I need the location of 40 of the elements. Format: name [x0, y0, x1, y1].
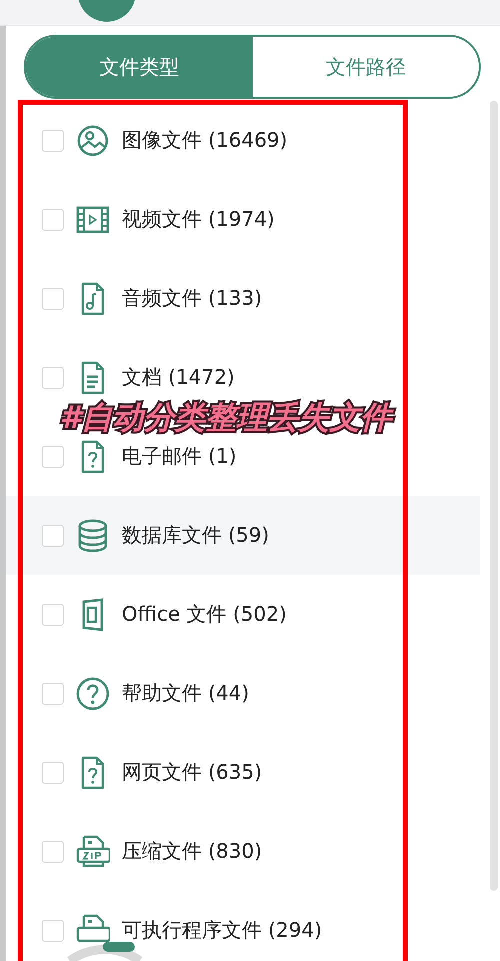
checkbox[interactable]	[42, 446, 64, 468]
file-type-row[interactable]: 网页文件 (635)	[20, 754, 480, 790]
checkbox[interactable]	[42, 920, 64, 942]
checkbox[interactable]	[42, 682, 64, 704]
file-type-label: 帮助文件 (44)	[122, 680, 250, 707]
picture-icon	[76, 124, 110, 158]
file-type-label: 音频文件 (133)	[122, 285, 262, 312]
file-type-row[interactable]: 帮助文件 (44)	[20, 676, 480, 712]
file-type-label: 可执行程序文件 (294)	[122, 917, 322, 944]
checkbox[interactable]	[42, 840, 64, 862]
file-type-row[interactable]: 数据库文件 (59)	[6, 496, 480, 575]
file-type-label: 视频文件 (1974)	[122, 206, 275, 233]
file-type-row[interactable]: 压缩文件 (830)	[20, 834, 480, 870]
file-type-label: 电子邮件 (1)	[122, 443, 237, 470]
help-icon	[76, 676, 110, 710]
file-type-row[interactable]: 视频文件 (1974)	[20, 202, 480, 238]
file-type-label: 图像文件 (16469)	[122, 127, 288, 154]
checkbox[interactable]	[42, 604, 64, 626]
scrollbar[interactable]	[490, 101, 498, 891]
file-type-label: 压缩文件 (830)	[122, 838, 262, 865]
tab[interactable]: 文件类型	[26, 37, 252, 97]
checkbox[interactable]	[42, 288, 64, 310]
file-type-label: 文档 (1472)	[122, 364, 235, 391]
checkbox[interactable]	[42, 762, 64, 784]
file-type-label: 网页文件 (635)	[122, 759, 262, 786]
checkbox[interactable]	[42, 208, 64, 230]
file-type-label: 数据库文件 (59)	[122, 522, 270, 549]
checkbox[interactable]	[42, 130, 64, 152]
zip-file-icon	[76, 834, 110, 868]
checkbox[interactable]	[42, 524, 64, 546]
file-type-row[interactable]: 音频文件 (133)	[20, 280, 480, 316]
checkbox[interactable]	[42, 366, 64, 388]
file-type-row[interactable]: 文档 (1472)	[20, 360, 480, 396]
database-icon	[76, 518, 110, 552]
file-type-label: Office 文件 (502)	[122, 601, 287, 628]
file-type-row[interactable]: 可执行程序文件 (294)	[20, 912, 480, 948]
file-type-row[interactable]: Office 文件 (502)	[20, 596, 480, 632]
file-type-row[interactable]: 图像文件 (16469)	[20, 122, 480, 158]
overlay-caption: #自动分类整理丢失文件	[60, 399, 392, 438]
file-type-row[interactable]: 电子邮件 (1)	[20, 438, 480, 474]
